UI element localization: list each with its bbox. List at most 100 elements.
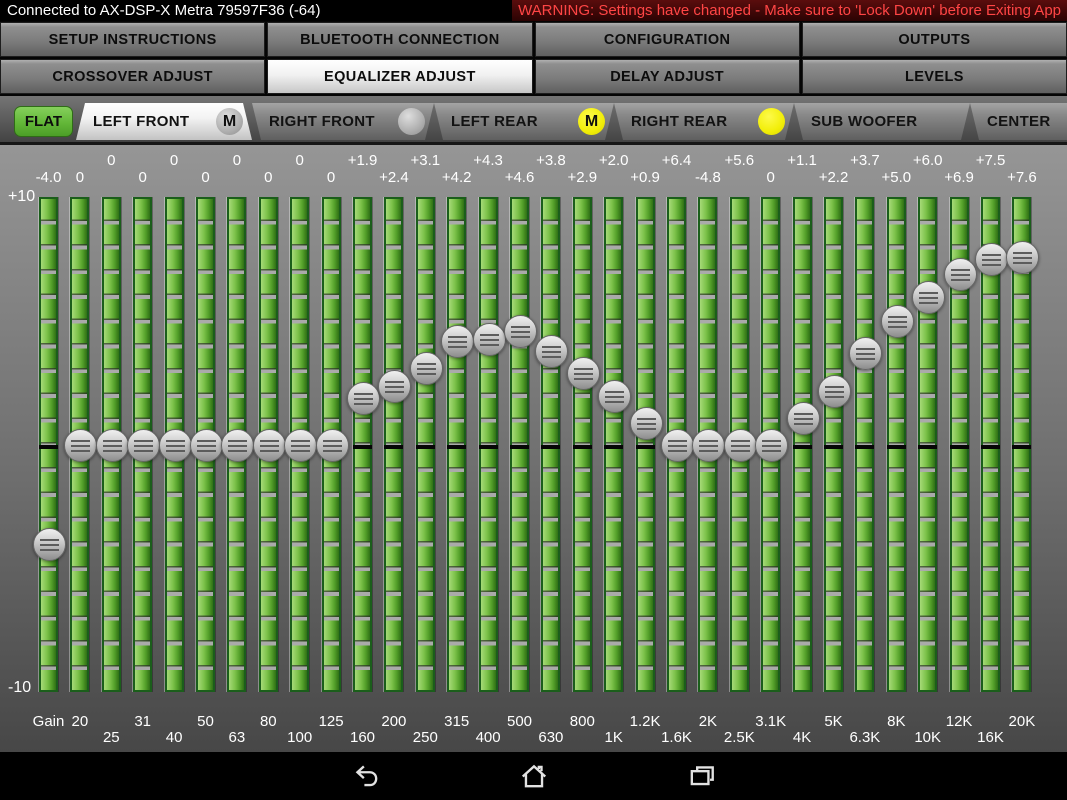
thumb-grip-lines — [573, 368, 593, 382]
eq-slider-thumb-40[interactable] — [158, 429, 192, 462]
channel-tab-left-front[interactable]: LEFT FRONT M — [76, 103, 252, 140]
eq-slider-track-800[interactable] — [572, 197, 592, 692]
band-freq-label: 2K — [698, 713, 718, 730]
eq-zero-line — [792, 444, 812, 449]
eq-slider-track-6.3k[interactable] — [855, 197, 875, 692]
channel-status-dot-icon[interactable] — [398, 108, 425, 135]
eq-slider-track-4k[interactable] — [792, 197, 812, 692]
band-freq-label: 20 — [71, 713, 89, 730]
channel-tab-center[interactable]: CENTER — [970, 103, 1067, 140]
eq-slider-thumb-12k[interactable] — [943, 258, 977, 292]
channel-tab-sub-woofer[interactable]: SUB WOOFER — [794, 103, 970, 140]
eq-slider-thumb-5k[interactable] — [818, 374, 851, 408]
eq-slider-thumb-16k[interactable] — [975, 243, 1008, 277]
eq-slider-track-250[interactable] — [415, 197, 435, 692]
eq-slider-track-5k[interactable] — [824, 197, 843, 692]
flat-button[interactable]: FLAT — [14, 106, 73, 137]
eq-slider-track-630[interactable] — [541, 197, 561, 692]
thumb-grip-lines — [40, 539, 59, 552]
nav-tab-equalizer-adjust[interactable]: EQUALIZER ADJUST — [267, 59, 533, 94]
channel-tab-label: SUB WOOFER — [811, 113, 918, 130]
nav-tab-configuration[interactable]: CONFIGURATION — [534, 22, 800, 57]
channel-tab-right-front[interactable]: RIGHT FRONT — [252, 103, 434, 140]
eq-zero-line — [604, 444, 624, 449]
recents-button[interactable] — [687, 761, 717, 791]
eq-slider-thumb-31[interactable] — [127, 429, 161, 462]
thumb-grip-lines — [322, 440, 342, 453]
band-freq-label: 1.2K — [629, 713, 661, 730]
eq-slider-thumb-400[interactable] — [472, 322, 506, 356]
thumb-grip-lines — [793, 412, 813, 426]
nav-tab-delay-adjust[interactable]: DELAY ADJUST — [534, 59, 800, 94]
eq-slider-thumb-500[interactable] — [504, 315, 537, 349]
eq-slider-thumb-10k[interactable] — [912, 280, 946, 314]
band-freq-label: 1K — [604, 729, 623, 746]
band-freq-label: 3.1K — [755, 713, 787, 730]
scale-label-top: +10 — [8, 188, 36, 205]
eq-slider-track-500[interactable] — [510, 197, 529, 692]
mute-indicator-icon[interactable]: M — [216, 108, 243, 135]
eq-slider-thumb-800[interactable] — [566, 357, 600, 391]
eq-slider-thumb-20[interactable] — [64, 429, 98, 462]
eq-slider-thumb-1.6k[interactable] — [661, 429, 694, 462]
eq-slider-thumb-gain[interactable] — [33, 528, 66, 561]
thumb-grip-lines — [730, 440, 750, 453]
thumb-grip-lines — [354, 392, 373, 406]
band-freq-label: 250 — [412, 729, 438, 746]
eq-slider-track-160[interactable] — [353, 197, 372, 692]
eq-slider-thumb-80[interactable] — [252, 429, 286, 462]
band-value-label: +3.1 — [410, 152, 441, 169]
eq-slider-track-200[interactable] — [384, 197, 404, 692]
channel-tab-right-rear[interactable]: RIGHT REAR — [614, 103, 794, 140]
thumb-grip-lines — [291, 440, 311, 453]
nav-tab-crossover-adjust[interactable]: CROSSOVER ADJUST — [0, 59, 266, 94]
nav-tab-setup-instructions[interactable]: SETUP INSTRUCTIONS — [0, 22, 266, 57]
band-value-label: +1.9 — [347, 152, 378, 169]
nav-tab-bluetooth-connection[interactable]: BLUETOOTH CONNECTION — [267, 22, 533, 57]
band-value-label: +7.6 — [1007, 169, 1037, 186]
eq-slider-thumb-100[interactable] — [284, 429, 318, 462]
eq-slider-track-1.2k[interactable] — [635, 197, 655, 692]
eq-slider-track-400[interactable] — [478, 197, 498, 692]
eq-slider-thumb-2.5k[interactable] — [723, 429, 757, 462]
band-value-label: +4.6 — [504, 169, 535, 186]
eq-slider-thumb-315[interactable] — [441, 325, 475, 359]
band-value-label: +2.9 — [567, 169, 598, 186]
eq-slider-track-315[interactable] — [447, 197, 467, 692]
eq-slider-thumb-630[interactable] — [535, 334, 569, 368]
eq-zero-line — [918, 444, 938, 449]
eq-slider-thumb-50[interactable] — [190, 429, 223, 462]
eq-slider-thumb-3.1k[interactable] — [755, 429, 789, 462]
eq-zero-line — [447, 444, 467, 449]
band-value-label: +5.6 — [724, 152, 755, 169]
eq-slider-thumb-125[interactable] — [315, 429, 349, 462]
home-button[interactable] — [519, 761, 549, 791]
eq-slider-thumb-63[interactable] — [221, 429, 255, 462]
eq-slider-thumb-6.3k[interactable] — [849, 337, 883, 371]
eq-slider-track-8k[interactable] — [886, 197, 906, 692]
thumb-grip-lines — [950, 269, 970, 283]
eq-slider-thumb-25[interactable] — [95, 429, 129, 462]
eq-slider-thumb-8k[interactable] — [880, 305, 914, 339]
eq-slider-thumb-1.2k[interactable] — [629, 406, 663, 440]
eq-slider-thumb-4k[interactable] — [786, 401, 820, 435]
eq-slider-thumb-1k[interactable] — [598, 379, 632, 413]
channel-status-dot-icon[interactable] — [758, 108, 785, 135]
nav-tab-levels[interactable]: LEVELS — [801, 59, 1067, 94]
eq-zero-line — [635, 444, 655, 449]
home-icon — [521, 764, 546, 788]
eq-slider-track-1k[interactable] — [604, 197, 624, 692]
eq-slider-thumb-200[interactable] — [378, 369, 412, 403]
eq-slider-thumb-250[interactable] — [409, 352, 443, 386]
nav-tab-outputs[interactable]: OUTPUTS — [801, 22, 1067, 57]
eq-slider-thumb-160[interactable] — [347, 381, 380, 415]
eq-slider-thumb-20k[interactable] — [1006, 240, 1040, 274]
mute-indicator-icon[interactable]: M — [578, 108, 605, 135]
thumb-grip-lines — [511, 326, 530, 340]
thumb-grip-lines — [887, 316, 907, 330]
eq-slider-track-10k[interactable] — [918, 197, 938, 692]
eq-slider-track-gain[interactable] — [39, 197, 58, 692]
eq-slider-thumb-2k[interactable] — [692, 429, 726, 462]
back-button[interactable] — [351, 761, 381, 791]
channel-tab-left-rear[interactable]: LEFT REAR M — [434, 103, 614, 140]
